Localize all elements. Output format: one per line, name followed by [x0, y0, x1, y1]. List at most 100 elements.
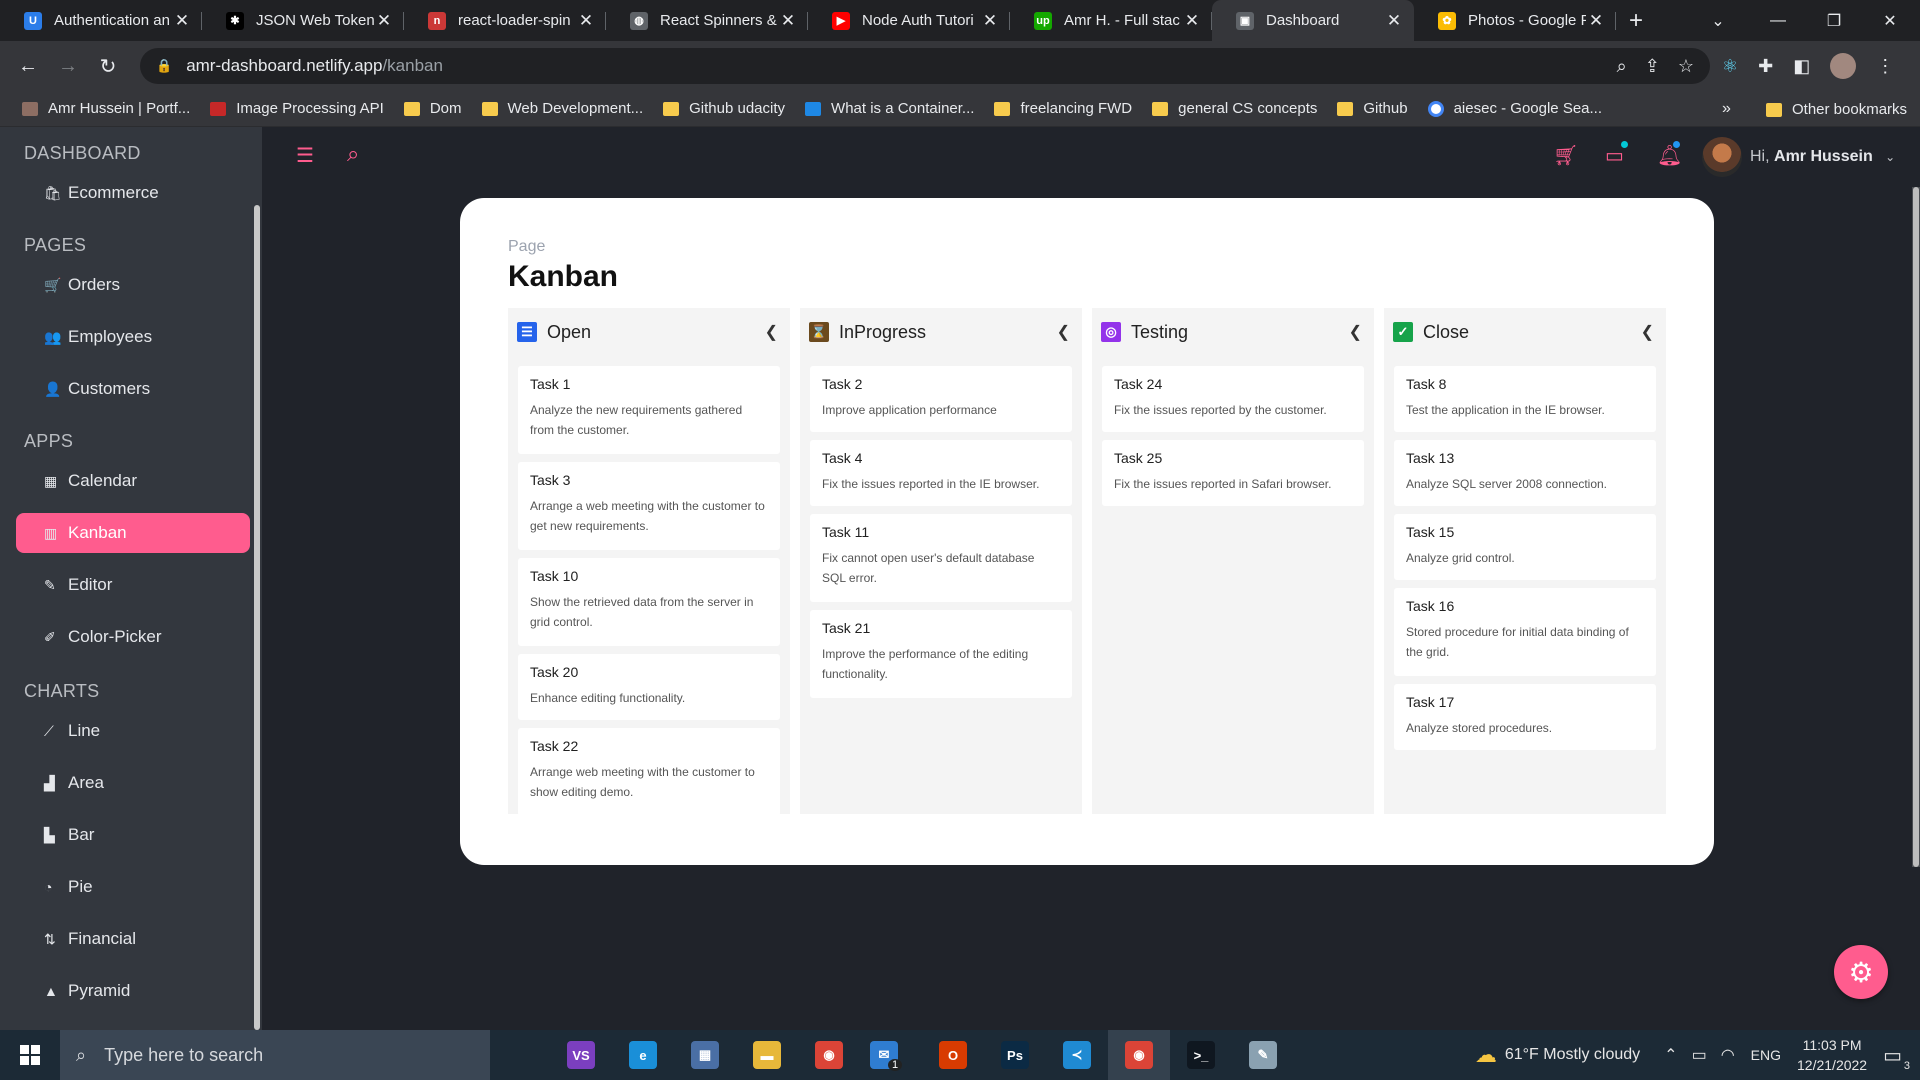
collapse-chevron-icon[interactable]: ❮ [1641, 322, 1654, 342]
taskbar-search-input[interactable]: ⌕ Type here to search [60, 1030, 490, 1080]
bookmark-star-icon[interactable]: ☆ [1678, 56, 1694, 77]
share-icon[interactable]: ⇪ [1645, 56, 1660, 77]
bookmark-item[interactable]: Amr Hussein | Portf... [22, 100, 190, 117]
weather-text[interactable]: 61°F Mostly cloudy [1505, 1046, 1640, 1064]
bookmark-item[interactable]: Github udacity [663, 100, 785, 117]
weather-icon[interactable]: ☁ [1475, 1042, 1497, 1068]
bookmark-item[interactable]: Image Processing API [210, 100, 384, 117]
tab-close-icon[interactable]: ✕ [1182, 11, 1202, 31]
browser-menu-icon[interactable]: ⋮ [1876, 56, 1894, 77]
main-scrollbar[interactable] [1912, 187, 1920, 867]
bookmark-item[interactable]: aiesec - Google Sea... [1427, 100, 1602, 117]
tab-close-icon[interactable]: ✕ [1384, 11, 1404, 31]
taskbar-app[interactable]: O [922, 1030, 984, 1080]
kanban-card[interactable]: Task 16 Stored procedure for initial data… [1394, 588, 1656, 676]
clock[interactable]: 11:03 PM 12/21/2022 [1797, 1035, 1867, 1075]
kanban-card[interactable]: Task 3 Arrange a web meeting with the cus… [518, 462, 780, 550]
sidebar-item-area[interactable]: ▟ Area [16, 763, 250, 803]
browser-tab[interactable]: ✿ Photos - Google F ✕ [1414, 0, 1616, 41]
taskbar-app[interactable]: ▬ [736, 1030, 798, 1080]
kanban-card[interactable]: Task 17 Analyze stored procedures. [1394, 684, 1656, 750]
sidebar-item-customers[interactable]: 👤 Customers [16, 369, 250, 409]
taskbar-app[interactable]: Ps [984, 1030, 1046, 1080]
tab-close-icon[interactable]: ✕ [374, 11, 394, 31]
kanban-card[interactable]: Task 20 Enhance editing functionality. [518, 654, 780, 720]
kanban-card[interactable]: Task 4 Fix the issues reported in the IE … [810, 440, 1072, 506]
sidebar-item-pyramid[interactable]: ▲ Pyramid [16, 971, 250, 1011]
kanban-card[interactable]: Task 15 Analyze grid control. [1394, 514, 1656, 580]
restore-button[interactable]: ❐ [1806, 0, 1862, 41]
browser-tab[interactable]: ▣ Dashboard ✕ [1212, 0, 1414, 41]
notifications-icon[interactable]: ▭ 3 [1883, 1043, 1910, 1072]
tab-close-icon[interactable]: ✕ [172, 11, 192, 31]
side-panel-icon[interactable]: ◧ [1793, 56, 1810, 77]
other-bookmarks[interactable]: Other bookmarks [1766, 101, 1907, 118]
taskbar-app[interactable]: ▦ [674, 1030, 736, 1080]
collapse-chevron-icon[interactable]: ❮ [1057, 322, 1070, 342]
sidebar-item-kanban[interactable]: ▥ Kanban [16, 513, 250, 553]
cart-icon[interactable]: 🛒︎ [1553, 143, 1578, 168]
bookmark-item[interactable]: Dom [403, 100, 462, 117]
sidebar-item-bar[interactable]: ▙ Bar [16, 815, 250, 855]
sidebar-item-color-picker[interactable]: ✐ Color-Picker [16, 617, 250, 657]
reload-icon[interactable]: ↻ [88, 54, 128, 79]
address-bar[interactable]: 🔒 amr-dashboard.netlify.app/kanban ⌕ ⇪ ☆ [140, 48, 1710, 84]
extensions-icon[interactable]: ✚ [1758, 56, 1773, 77]
kanban-card[interactable]: Task 21 Improve the performance of the ed… [810, 610, 1072, 698]
language-indicator[interactable]: ENG [1751, 1047, 1781, 1063]
bookmark-item[interactable]: general CS concepts [1152, 100, 1317, 117]
kanban-card[interactable]: Task 22 Arrange web meeting with the cust… [518, 728, 780, 816]
kanban-card[interactable]: Task 2 Improve application performance [810, 366, 1072, 432]
sidebar-item-financial[interactable]: ⇅ Financial [16, 919, 250, 959]
sidebar-item-ecommerce[interactable]: 🛍 Ecommerce [16, 173, 250, 213]
tab-close-icon[interactable]: ✕ [980, 11, 1000, 31]
new-tab-button[interactable]: + [1616, 0, 1656, 41]
bookmark-item[interactable]: freelancing FWD [994, 100, 1132, 117]
taskbar-app[interactable]: VS [550, 1030, 612, 1080]
browser-tab[interactable]: n react-loader-spin ✕ [404, 0, 606, 41]
back-icon[interactable]: ← [8, 55, 48, 78]
taskbar-app[interactable]: ✎ [1232, 1030, 1294, 1080]
avatar[interactable] [1702, 137, 1742, 177]
browser-tab[interactable]: ✱ JSON Web Tokens ✕ [202, 0, 404, 41]
taskbar-app[interactable]: ◉ [1108, 1030, 1170, 1080]
react-devtools-icon[interactable]: ⚛ [1722, 56, 1738, 77]
kanban-card[interactable]: Task 1 Analyze the new requirements gathe… [518, 366, 780, 454]
minimize-button[interactable]: — [1750, 0, 1806, 41]
kanban-card[interactable]: Task 11 Fix cannot open user's default da… [810, 514, 1072, 602]
taskbar-app[interactable]: ◉ [798, 1030, 860, 1080]
kanban-card[interactable]: Task 8 Test the application in the IE bro… [1394, 366, 1656, 432]
sidebar-item-editor[interactable]: ✎ Editor [16, 565, 250, 605]
kanban-card[interactable]: Task 24 Fix the issues reported by the cu… [1102, 366, 1364, 432]
tab-close-icon[interactable]: ✕ [778, 11, 798, 31]
battery-icon[interactable]: ▭ [1692, 1045, 1707, 1065]
start-button[interactable] [0, 1030, 60, 1080]
sidebar-item-line[interactable]: ⟋ Line [16, 711, 250, 751]
sidebar-item-calendar[interactable]: ▦ Calendar [16, 461, 250, 501]
browser-tab[interactable]: ▶ Node Auth Tutori ✕ [808, 0, 1010, 41]
bookmark-item[interactable]: Web Development... [481, 100, 643, 117]
kanban-card[interactable]: Task 10 Show the retrieved data from the … [518, 558, 780, 646]
user-greeting[interactable]: Hi, Amr Hussein ⌄ [1750, 148, 1895, 166]
close-window-button[interactable]: ✕ [1862, 0, 1918, 41]
zoom-icon[interactable]: ⌕ [1617, 56, 1627, 77]
profile-avatar[interactable] [1830, 53, 1857, 79]
sidebar-item-pie[interactable]: ◔ Pie [16, 867, 250, 907]
menu-icon[interactable]: ☰ [296, 143, 314, 168]
tab-close-icon[interactable]: ✕ [1586, 11, 1606, 31]
search-icon[interactable]: ⌕ [347, 141, 359, 167]
kanban-card[interactable]: Task 13 Analyze SQL server 2008 connectio… [1394, 440, 1656, 506]
taskbar-app[interactable]: e [612, 1030, 674, 1080]
taskbar-app[interactable]: ✉ 1 [860, 1030, 922, 1080]
taskbar-app[interactable]: >_ [1170, 1030, 1232, 1080]
browser-tab[interactable]: U Authentication an ✕ [0, 0, 202, 41]
browser-tab[interactable]: up Amr H. - Full stac ✕ [1010, 0, 1212, 41]
forward-icon[interactable]: → [48, 55, 88, 78]
kanban-card[interactable]: Task 25 Fix the issues reported in Safari… [1102, 440, 1364, 506]
bookmark-item[interactable]: Github [1337, 100, 1408, 117]
sidebar-scrollbar[interactable] [254, 205, 260, 1030]
tab-close-icon[interactable]: ✕ [576, 11, 596, 31]
tray-chevron-icon[interactable]: ⌃ [1664, 1045, 1677, 1065]
bookmarks-overflow-icon[interactable]: » [1722, 100, 1731, 118]
settings-button[interactable]: ⚙ [1834, 945, 1888, 999]
